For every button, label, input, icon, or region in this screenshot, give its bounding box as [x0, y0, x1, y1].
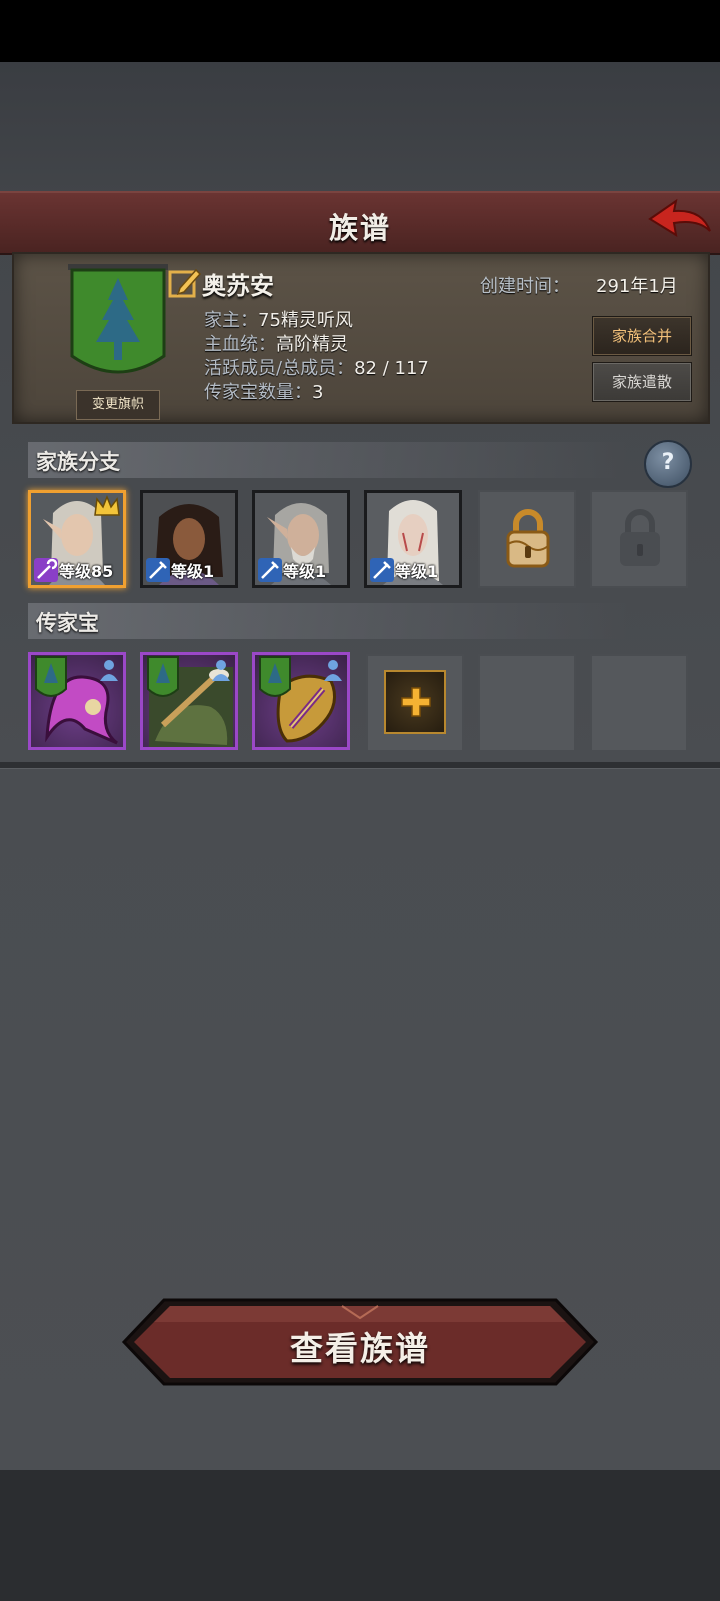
sword-class-icon [258, 558, 282, 582]
locked-branch-slot[interactable] [590, 490, 688, 588]
change-flag-button[interactable]: 变更旗帜 [76, 390, 160, 420]
family-flag-icon [259, 656, 291, 697]
family-name: 奥苏安 [202, 272, 274, 300]
help-button[interactable]: ? [644, 440, 692, 488]
branch-member-3[interactable]: 等级1 [252, 490, 350, 588]
person-icon [212, 660, 230, 681]
bloodline-value: 高阶精灵 [276, 334, 348, 355]
family-info-panel: 变更旗帜 奥苏安 创建时间： 291年1月 家主：75精灵听风 主血统：高阶精灵… [12, 252, 710, 424]
members-row: 活跃成员/总成员：82 / 117 [204, 354, 429, 380]
family-head-label: 家主： [204, 310, 258, 331]
created-time-label: 创建时间： [480, 276, 570, 297]
created-time-value: 291年1月 [596, 276, 678, 297]
heirloom-slot-2[interactable] [140, 652, 238, 750]
back-arrow-icon [648, 198, 711, 238]
bloodline-row: 主血统：高阶精灵 [204, 330, 348, 356]
family-head-value: 75精灵听风 [258, 310, 353, 331]
family-dissolve-button[interactable]: 家族遣散 [592, 362, 692, 402]
members-value: 82 / 117 [354, 358, 429, 379]
heirlooms-header: 传家宝 [28, 603, 628, 639]
heirloom-empty-slot [478, 654, 576, 752]
heirloom-count-row: 传家宝数量：3 [204, 378, 323, 404]
staff-class-icon [34, 558, 58, 582]
heirloom-slot-1[interactable] [28, 652, 126, 750]
branch-member-1[interactable]: 等级85 [28, 490, 126, 588]
add-heirloom-button[interactable] [384, 670, 446, 734]
heirloom-count-label: 传家宝数量： [204, 382, 312, 403]
family-merge-button[interactable]: 家族合并 [592, 316, 692, 356]
gold-lock-icon [506, 509, 550, 568]
family-head-row: 家主：75精灵听风 [204, 306, 353, 332]
sword-class-icon [146, 558, 170, 582]
heirloom-count-value: 3 [312, 382, 324, 403]
branches-header: 家族分支 [28, 442, 628, 478]
section-divider [0, 762, 720, 769]
edit-name-icon[interactable] [168, 266, 202, 300]
family-flag-icon [147, 656, 179, 697]
unlockable-branch-slot[interactable] [478, 490, 576, 588]
branches-title: 家族分支 [36, 450, 120, 474]
page-title: 族谱 [328, 211, 391, 245]
family-flag-icon [35, 656, 67, 697]
heirloom-empty-slot [590, 654, 688, 752]
heirloom-add-slot [366, 654, 464, 752]
member-level: 等级85 [59, 562, 114, 581]
family-banner-icon[interactable] [66, 264, 170, 388]
plus-icon [401, 687, 431, 717]
grey-lock-icon [620, 509, 660, 566]
title-bar: 族谱 [0, 191, 720, 255]
branch-member-4[interactable]: 等级1 [364, 490, 462, 588]
system-nav-area [0, 1470, 720, 1601]
view-family-tree-label: 查看族谱 [290, 1329, 430, 1368]
person-icon [324, 660, 342, 681]
members-label: 活跃成员/总成员： [204, 358, 355, 379]
member-level: 等级1 [171, 562, 215, 581]
back-button[interactable] [646, 197, 714, 245]
branch-member-2[interactable]: 等级1 [140, 490, 238, 588]
member-level: 等级1 [395, 562, 439, 581]
bloodline-label: 主血统： [204, 334, 276, 355]
heirloom-slot-3[interactable] [252, 652, 350, 750]
person-icon [100, 660, 118, 681]
heirlooms-title: 传家宝 [36, 611, 99, 635]
member-level: 等级1 [283, 562, 327, 581]
sword-class-icon [370, 558, 394, 582]
leader-crown-icon [94, 495, 120, 516]
